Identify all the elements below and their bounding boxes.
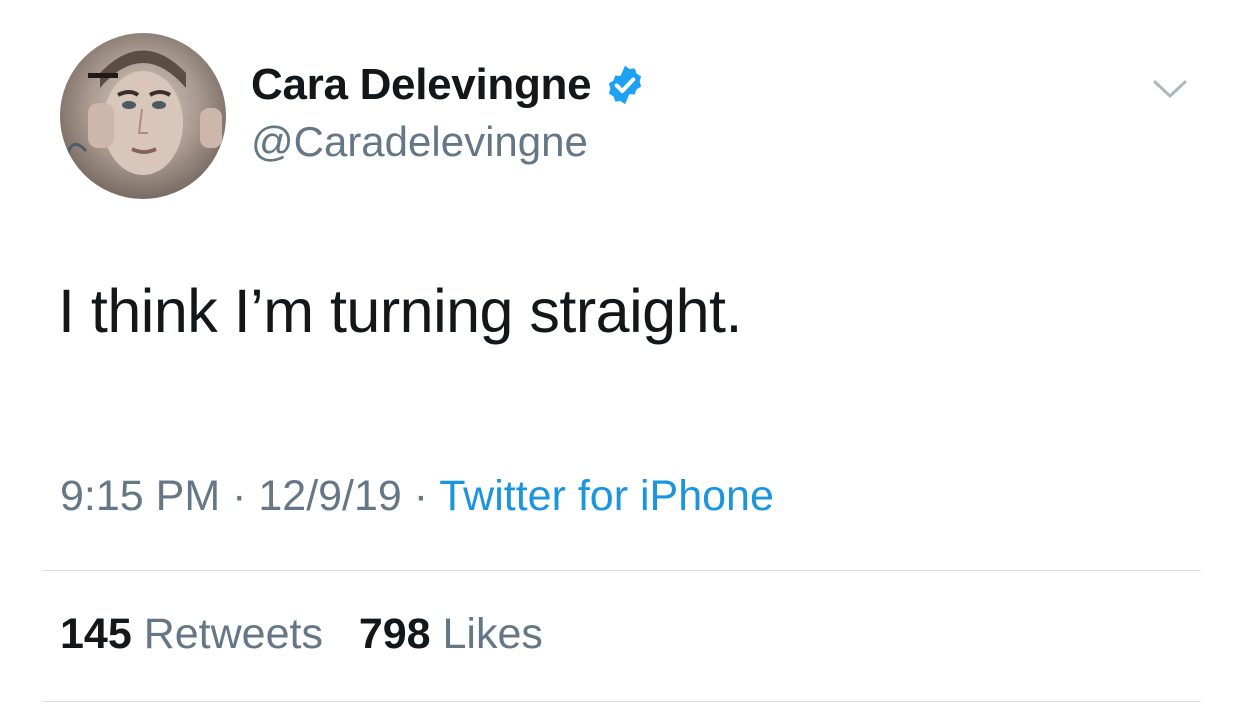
divider bbox=[42, 701, 1201, 702]
tweet-source-link[interactable]: Twitter for iPhone bbox=[439, 472, 774, 520]
verified-badge-icon bbox=[603, 63, 647, 107]
tweet-text: I think I’m turning straight. bbox=[58, 277, 742, 345]
display-name[interactable]: Cara Delevingne bbox=[251, 60, 592, 110]
tweet-metadata: 9:15 PM · 12/9/19 · Twitter for iPhone bbox=[60, 472, 774, 521]
author-handle[interactable]: @Caradelevingne bbox=[251, 118, 588, 166]
retweets-label: Retweets bbox=[143, 610, 323, 658]
avatar-photo bbox=[64, 50, 222, 175]
separator: · bbox=[220, 472, 259, 520]
retweets-stat[interactable]: 145 Retweets bbox=[60, 610, 335, 658]
chevron-down-icon[interactable] bbox=[1152, 76, 1188, 102]
likes-label: Likes bbox=[442, 610, 543, 658]
separator: · bbox=[401, 472, 440, 520]
retweets-count: 145 bbox=[60, 610, 132, 658]
likes-stat[interactable]: 798 Likes bbox=[359, 610, 543, 658]
avatar[interactable] bbox=[60, 33, 226, 199]
tweet-date[interactable]: 12/9/19 bbox=[258, 472, 401, 520]
divider bbox=[42, 570, 1201, 571]
author-name-row: Cara Delevingne bbox=[251, 57, 647, 113]
likes-count: 798 bbox=[358, 610, 431, 658]
tweet-time[interactable]: 9:15 PM bbox=[60, 472, 220, 520]
tweet-stats: 145 Retweets 798 Likes bbox=[60, 610, 543, 659]
